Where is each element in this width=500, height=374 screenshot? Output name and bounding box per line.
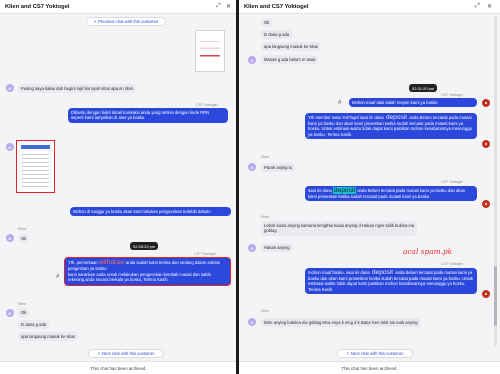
avatar: K (6, 84, 14, 92)
attachment-image[interactable] (195, 30, 225, 72)
watermark: acal spam.pk (403, 247, 453, 256)
agent-avatar: ☻ (482, 290, 490, 298)
chat-message: Hakan anying (261, 243, 293, 252)
close-icon[interactable]: ✕ (226, 3, 231, 10)
chat-message-outgoing: Mohon di tunggu ya bosku akan kami lakuk… (70, 207, 231, 217)
chat-message-outgoing: mohon maaf bosku, saat ini dana deposit … (305, 268, 477, 295)
sender-name: CS7 Yoktogel (441, 180, 463, 184)
expand-icon[interactable]: ⤢ (475, 3, 480, 10)
chat-message: apa langsung masuk ke situs (18, 332, 79, 341)
previous-chat-button[interactable]: ˄ Previous chat with this customer (86, 17, 166, 26)
sender-name: Klien (261, 155, 269, 159)
right-chat-panel: Klien and CS7 Yoktogel ⤢ ✕ Ok D dana g a… (239, 0, 500, 374)
panel-divider (236, 0, 239, 374)
avatar: K (6, 143, 14, 151)
expand-icon[interactable]: ⤢ (216, 3, 221, 10)
avatar: K (248, 163, 256, 171)
agent-avatar: ☻ (482, 200, 490, 208)
agent-avatar: ☻ (482, 99, 490, 107)
right-chat-title: Klien and CS7 Yoktogel (244, 4, 309, 10)
chat-message-outgoing: Dibantu dengan bukti detail transaksi an… (68, 108, 228, 123)
next-chat-button[interactable]: ˅ Next chat with this customer (88, 349, 164, 358)
chat-message-outgoing: saat ini dana deposit anda Belum tercata… (305, 186, 477, 202)
chat-message: Ok (18, 234, 30, 243)
chat-message: Lebok kusia anying kamana lemgthia kusia… (261, 221, 418, 236)
chat-message-outgoing: Yth member setia YokTogel saat ini dana … (305, 113, 477, 140)
agent-avatar: ☻ (482, 140, 490, 148)
chat-message: D dana g ada (18, 320, 50, 329)
close-icon[interactable]: ✕ (487, 3, 492, 10)
chat-message: apa langsung masuk ke situs (261, 42, 322, 51)
chevron-down-icon: ˅ (346, 351, 350, 356)
receipt-preview (22, 151, 49, 187)
attachment-preview (200, 34, 220, 68)
chat-message: Parah anjing lu (261, 163, 295, 172)
next-chat-button[interactable]: ˅ Next chat with this customer (337, 349, 413, 358)
avatar: K (6, 309, 14, 317)
chat-message: Dele anying buktina eia goblog Mca enya … (261, 318, 421, 327)
left-chat-panel: Klien and CS7 Yoktogel ⤢ ✕ ˄ Previous ch… (0, 0, 238, 374)
scrollbar-thumb[interactable] (494, 266, 497, 326)
sender-name: CS7 Yoktogel (441, 262, 463, 266)
chat-message: D dana g ada (261, 30, 293, 39)
sender-name: Klien (261, 309, 269, 313)
chat-message: Ok (261, 18, 273, 27)
chat-message-outgoing: Yth. permintaan withdraw anda sudah kami… (64, 257, 231, 287)
sender-name: Klien (18, 302, 26, 306)
chat-message: Pusing saya kalau dah begini rujit liat … (18, 84, 136, 93)
message-timestamp: 02:28:22 pm (130, 242, 159, 250)
chat-message: Manas g ada belum m asuk (261, 55, 319, 64)
hash-icon: # (338, 100, 342, 106)
avatar: K (248, 318, 256, 326)
chat-message-outgoing: Mohon maaf atas salah respon kami ya bos… (349, 98, 477, 108)
sender-name: Klien (261, 215, 269, 219)
right-header: Klien and CS7 Yoktogel ⤢ ✕ (239, 0, 500, 14)
archived-notice: This chat has been archived. (239, 361, 500, 374)
sender-name: Klien (18, 227, 26, 231)
left-chat-title: Klien and CS7 Yoktogel (5, 4, 70, 10)
message-timestamp: 02:31:20 pm (409, 84, 438, 92)
scrollbar[interactable] (494, 16, 497, 346)
sender-name: CS7 Yoktogel (441, 93, 463, 97)
chat-message: Ok (18, 308, 30, 317)
archived-notice: This chat has been archived. (0, 361, 237, 374)
avatar: K (248, 244, 256, 252)
chevron-down-icon: ˅ (97, 351, 101, 356)
chevron-up-icon: ˄ (93, 19, 97, 24)
hash-icon: # (56, 274, 60, 280)
left-header: Klien and CS7 Yoktogel ⤢ ✕ (0, 0, 237, 14)
avatar: K (6, 234, 14, 242)
transaction-receipt-image[interactable] (16, 140, 55, 193)
sender-name: CS7 Yoktogel (194, 252, 216, 256)
avatar: K (248, 56, 256, 64)
sender-name: CS7 Yoktogel (196, 103, 218, 107)
